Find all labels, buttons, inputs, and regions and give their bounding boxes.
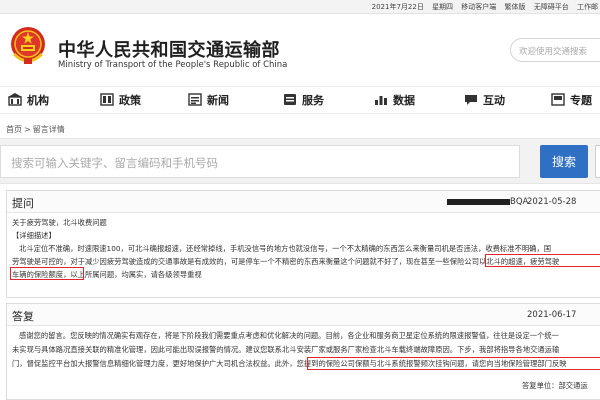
current-date: 2021年7月22日	[371, 3, 424, 11]
traditional-chinese-link[interactable]: 繁体版	[505, 3, 526, 11]
question-line-1: 北斗定位不准确，时速限速100，可北斗确报超速，还经常掉线，手机没信号的地方也就…	[19, 244, 552, 253]
site-title-cn[interactable]: 中华人民共和国交通运输部	[58, 36, 280, 62]
breadcrumb-current: 留言详情	[32, 125, 65, 134]
message-search-input[interactable]: 搜索可输入关键字、留言编码和手机号码	[0, 145, 520, 178]
nav-item-news[interactable]: 新闻	[188, 92, 229, 110]
chat-icon	[465, 95, 477, 105]
breadcrumb-home[interactable]: 首页	[6, 125, 22, 134]
nav-label: 专题	[570, 94, 592, 107]
nav-item-policy[interactable]: 政策	[100, 92, 141, 110]
answer-line-2: 未实现与具体路况直接关联的精准化管理，因此可能出现误报警的情况。建议您联系北斗安…	[12, 345, 560, 354]
mobile-client-link[interactable]: 移动客户端	[461, 3, 496, 11]
nav-label: 机构	[27, 94, 49, 107]
breadcrumb-separator: >	[24, 125, 31, 134]
answer-heading: 答复	[12, 310, 34, 323]
nav-item-institutions[interactable]: 机构	[8, 92, 49, 110]
header-search-input[interactable]: 欢迎使用交通搜索	[510, 38, 600, 62]
site-header: 中华人民共和国交通运输部 Ministry of Transport of th…	[0, 14, 600, 86]
site-title-en: Ministry of Transport of the People's Re…	[58, 60, 288, 70]
nav-item-interaction[interactable]: 互动	[464, 92, 505, 110]
advanced-search-button[interactable]	[595, 145, 600, 178]
chart-icon	[375, 96, 387, 105]
question-subject: 关于疲劳驾驶，北斗收费问题	[12, 218, 107, 227]
answer-date: 2021-06-17	[527, 310, 577, 320]
highlight-box	[307, 357, 600, 370]
message-code-tail: BQA	[510, 197, 529, 207]
question-heading: 提问	[12, 197, 34, 210]
topic-icon	[551, 93, 565, 106]
question-header: 提问 BQA 2021-05-28	[7, 191, 600, 213]
work-mail-link[interactable]: 工作邮	[577, 3, 598, 11]
answer-footer: 答复单位：部交通运	[522, 381, 588, 390]
question-detail-label: 【详细描述】	[12, 231, 56, 240]
nav-label: 服务	[302, 94, 324, 107]
service-icon	[284, 94, 296, 105]
building-icon	[8, 93, 22, 106]
answer-line-3-start: 门，督促监控平台加大报警信息精细化管理力度，更好地保护广大司机合法权益。此外，	[12, 359, 297, 368]
nav-item-data[interactable]: 数据	[374, 92, 415, 110]
question-date: 2021-05-28	[527, 197, 577, 207]
question-line-2: 劳驾驶是可控的，对于减少因疲劳驾驶造成的交通事故是有成效的，可是停车一个不精密的…	[12, 257, 560, 266]
nav-item-services[interactable]: 服务	[283, 92, 324, 110]
main-nav: 机构 政策 新闻 服务 数据 互动 专题	[0, 86, 600, 114]
nav-label: 新闻	[207, 94, 229, 107]
breadcrumb: 首页 > 留言详情	[6, 124, 65, 135]
question-line-3-rest: 以上所属问题，均属实，请各级领导重视	[70, 270, 202, 279]
answer-header: 答复 2021-06-17	[7, 304, 600, 326]
news-icon	[188, 93, 202, 106]
question-panel: 提问 BQA 2021-05-28 关于疲劳驾驶，北斗收费问题 【详细描述】 北…	[6, 190, 600, 298]
highlight-box	[10, 267, 84, 280]
answer-line-1: 感谢您的留言。您反映的情况确实有观存在，将是下阶段我们需要重点考虑和优化解决的问…	[19, 331, 559, 340]
answer-panel: 答复 2021-06-17 感谢您的留言。您反映的情况确实有观存在，将是下阶段我…	[6, 303, 600, 400]
nav-label: 互动	[483, 94, 505, 107]
nav-label: 数据	[393, 94, 415, 107]
national-emblem-icon[interactable]	[8, 24, 48, 66]
current-weekday: 星期四	[432, 3, 454, 11]
nav-label: 政策	[119, 94, 141, 107]
accessibility-link[interactable]: 无障碍平台	[534, 3, 569, 11]
book-icon	[100, 93, 114, 106]
message-search-bar: 搜索可输入关键字、留言编码和手机号码 搜索	[0, 138, 600, 184]
search-button[interactable]: 搜索	[540, 145, 588, 178]
highlight-box	[485, 254, 600, 267]
nav-item-topics[interactable]: 专题	[551, 92, 592, 110]
top-utility-bar: 2021年7月22日 星期四 移动客户端 繁体版 无障碍平台 工作邮	[0, 0, 600, 14]
redacted-message-code	[447, 199, 510, 205]
